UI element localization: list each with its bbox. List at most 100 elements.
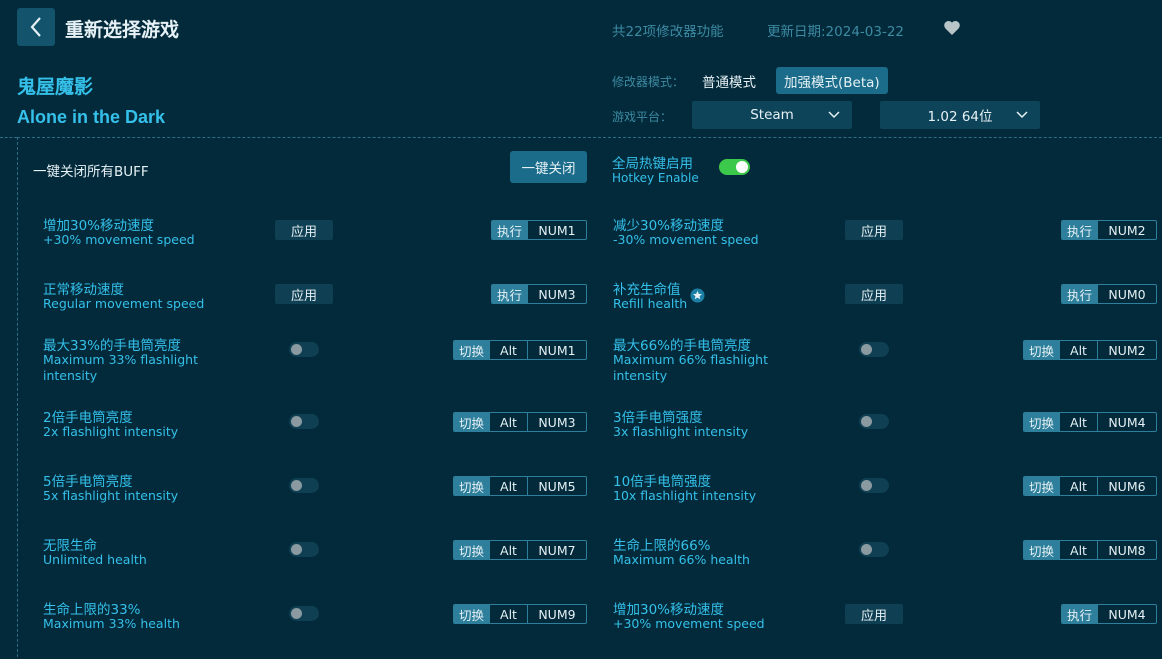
hotkey-group: 切换 Alt NUM7 (453, 540, 587, 560)
alt-key: Alt (1059, 341, 1097, 359)
toggle-key-button[interactable]: 切换 (1024, 541, 1060, 559)
hotkey-key: NUM0 (1097, 285, 1156, 303)
feature-subtitle: 10x flashlight intensity (613, 488, 757, 503)
hotkey-group: 切换 Alt NUM8 (1023, 540, 1157, 560)
hotkey-group: 执行 NUM3 (491, 284, 588, 304)
alt-key: Alt (489, 341, 527, 359)
version-select[interactable]: 1.02 64位 (880, 101, 1040, 129)
close-all-button[interactable]: 一键关闭 (510, 151, 587, 183)
heart-icon[interactable] (942, 18, 962, 38)
execute-key-button[interactable]: 执行 (492, 221, 528, 239)
toggle-key-button[interactable]: 切换 (1024, 477, 1060, 495)
execute-key-button[interactable]: 执行 (1062, 605, 1098, 623)
game-title-en: Alone in the Dark (17, 107, 166, 127)
feature-title: 补充生命值 (613, 282, 681, 298)
feature-title: 10倍手电筒强度 (613, 474, 712, 490)
toggle-key-button[interactable]: 切换 (1024, 413, 1060, 431)
feature-title: 正常移动速度 (43, 282, 124, 298)
hotkey-key: NUM4 (1096, 413, 1156, 431)
platform-select[interactable]: Steam (692, 101, 852, 129)
feature-subtitle: Maximum 66% flashlight intensity (613, 352, 768, 383)
hotkey-key: NUM8 (1096, 541, 1156, 559)
toggle-key-button[interactable]: 切换 (454, 477, 490, 495)
toggle-key-button[interactable]: 切换 (454, 413, 490, 431)
toggle-key-button[interactable]: 切换 (454, 541, 490, 559)
game-title-cn: 鬼屋魔影 (17, 76, 94, 98)
feature-subtitle: 2x flashlight intensity (43, 424, 179, 439)
chevron-down-icon (828, 111, 840, 119)
execute-key-button[interactable]: 执行 (1062, 221, 1098, 239)
execute-key-button[interactable]: 执行 (1062, 285, 1098, 303)
hotkey-group: 切换 Alt NUM4 (1023, 412, 1157, 432)
feature-toggle[interactable] (859, 542, 889, 557)
hotkey-group: 切换 Alt NUM5 (453, 476, 587, 496)
hotkey-label: 全局热键启用 (612, 156, 693, 172)
hotkey-group: 执行 NUM1 (491, 220, 588, 240)
chevron-down-icon (1016, 111, 1028, 119)
toggle-key-button[interactable]: 切换 (1024, 341, 1060, 359)
hotkey-key: NUM3 (527, 285, 586, 303)
apply-button[interactable]: 应用 (845, 284, 903, 304)
hotkey-group: 切换 Alt NUM6 (1023, 476, 1157, 496)
platform-label: 游戏平台： (612, 110, 673, 124)
feature-title: 5倍手电筒亮度 (43, 474, 133, 490)
feature-toggle[interactable] (289, 478, 319, 493)
feature-title: 3倍手电筒强度 (613, 410, 703, 426)
feature-count: 共22项修改器功能 (612, 24, 724, 40)
feature-title: 增加30%移动速度 (43, 218, 155, 234)
toggle-key-button[interactable]: 切换 (454, 341, 490, 359)
hotkey-group: 切换 Alt NUM1 (453, 340, 587, 360)
mode-beta-button[interactable]: 加强模式(Beta) (776, 67, 888, 94)
feature-subtitle: 3x flashlight intensity (613, 424, 749, 439)
back-button[interactable] (17, 8, 55, 46)
alt-key: Alt (1059, 477, 1097, 495)
feature-toggle[interactable] (859, 414, 889, 429)
toggle-key-button[interactable]: 切换 (454, 605, 490, 623)
feature-toggle[interactable] (859, 478, 889, 493)
hotkey-key: NUM1 (526, 341, 586, 359)
version-value: 1.02 64位 (927, 109, 993, 125)
feature-title: 生命上限的66% (613, 538, 711, 554)
feature-title: 最大33%的手电筒亮度 (43, 338, 182, 354)
feature-title: 生命上限的33% (43, 602, 141, 618)
apply-button[interactable]: 应用 (845, 604, 903, 624)
feature-subtitle: Maximum 33% health (43, 616, 180, 631)
apply-button[interactable]: 应用 (845, 220, 903, 240)
feature-subtitle: +30% movement speed (43, 232, 195, 247)
update-date: 更新日期:2024-03-22 (767, 24, 905, 40)
hotkey-group: 执行 NUM0 (1061, 284, 1158, 304)
alt-key: Alt (489, 605, 527, 623)
divider (0, 137, 17, 138)
hotkey-key: NUM2 (1097, 221, 1156, 239)
feature-toggle[interactable] (859, 342, 889, 357)
page-title: 重新选择游戏 (65, 19, 180, 41)
feature-toggle[interactable] (289, 542, 319, 557)
hotkey-group: 切换 Alt NUM2 (1023, 340, 1157, 360)
feature-toggle[interactable] (289, 606, 319, 621)
hotkey-sublabel: Hotkey Enable (612, 171, 699, 185)
feature-subtitle: Refill health (613, 296, 688, 311)
execute-key-button[interactable]: 执行 (492, 285, 528, 303)
mode-normal-button[interactable]: 普通模式 (694, 67, 764, 94)
hotkey-key: NUM6 (1096, 477, 1156, 495)
feature-toggle[interactable] (289, 414, 319, 429)
feature-subtitle: Maximum 66% health (613, 552, 750, 567)
hotkey-key: NUM3 (526, 413, 586, 431)
apply-button[interactable]: 应用 (275, 284, 333, 304)
alt-key: Alt (489, 413, 527, 431)
alt-key: Alt (1059, 413, 1097, 431)
feature-title: 最大66%的手电筒亮度 (613, 338, 752, 354)
alt-key: Alt (489, 477, 527, 495)
feature-toggle[interactable] (289, 342, 319, 357)
alt-key: Alt (489, 541, 527, 559)
alt-key: Alt (1059, 541, 1097, 559)
feature-title: 增加30%移动速度 (613, 602, 725, 618)
hotkey-key: NUM4 (1097, 605, 1156, 623)
feature-title: 2倍手电筒亮度 (43, 410, 133, 426)
apply-button[interactable]: 应用 (275, 220, 333, 240)
hotkey-key: NUM1 (527, 221, 586, 239)
hotkey-group: 切换 Alt NUM3 (453, 412, 587, 432)
close-all-label: 一键关闭所有BUFF (33, 164, 149, 180)
feature-subtitle: Regular movement speed (43, 296, 205, 311)
hotkey-toggle[interactable] (719, 159, 750, 175)
